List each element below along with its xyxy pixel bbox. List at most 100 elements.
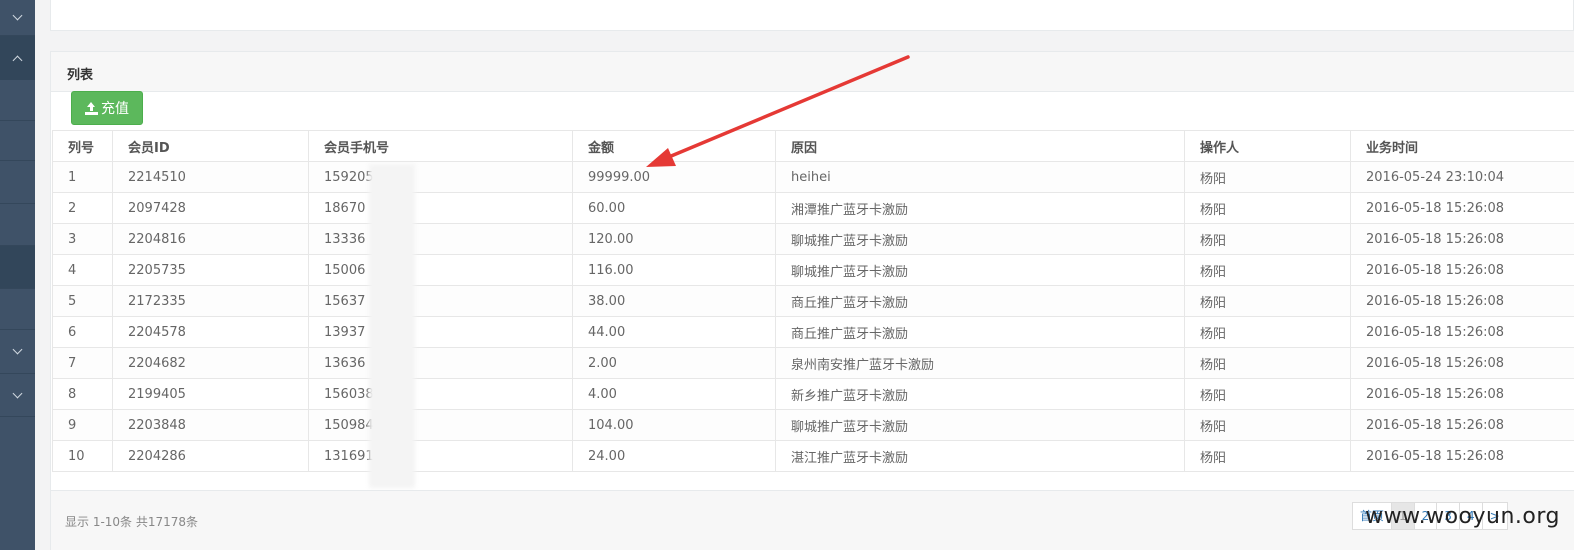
cell-member-id: 2204682 [112, 347, 309, 379]
cell-reason: 商丘推广蓝牙卡激励 [775, 285, 1185, 317]
table-row: 7 2204682 13636 2.00 泉州南安推广蓝牙卡激励 杨阳 2016-05-18… [52, 347, 1574, 379]
panel-title: 列表 [51, 52, 1574, 92]
cell-business-time: 2016-05-18 15:26:08 [1350, 409, 1574, 441]
phone-redaction-blur [369, 164, 415, 488]
cell-member-phone: 159205 [308, 161, 573, 193]
cell-business-time: 2016-05-18 15:26:08 [1350, 192, 1574, 224]
sidebar-subitem-1[interactable] [0, 80, 35, 120]
cell-business-time: 2016-05-24 23:10:04 [1350, 161, 1574, 193]
cell-index: 1 [52, 161, 113, 193]
cell-member-phone: 150984 [308, 409, 573, 441]
sidebar-expand-toggle[interactable] [0, 36, 35, 80]
cell-reason: 泉州南安推广蓝牙卡激励 [775, 347, 1185, 379]
upload-icon [85, 101, 98, 115]
cell-reason: 湘潭推广蓝牙卡激励 [775, 192, 1185, 224]
table-row: 8 2199405 156038 4.00 新乡推广蓝牙卡激励 杨阳 2016-05-18 … [52, 378, 1574, 410]
cell-amount: 38.00 [572, 285, 776, 317]
table-row: 4 2205735 15006 116.00 聊城推广蓝牙卡激励 杨阳 2016-05-18… [52, 254, 1574, 286]
cell-member-id: 2203848 [112, 409, 309, 441]
cell-member-phone: 1316912 [308, 440, 573, 472]
watermark-text: www.wooyun.org [1365, 504, 1560, 529]
sidebar-subitem-3[interactable] [0, 161, 35, 203]
sidebar-subitem-4[interactable] [0, 246, 35, 288]
table-row: 1 2214510 159205 99999.00 heihei 杨阳 2016-05-24… [52, 161, 1574, 193]
cell-member-id: 2205735 [112, 254, 309, 286]
cell-amount: 116.00 [572, 254, 776, 286]
cell-index: 8 [52, 378, 113, 410]
cell-operator: 杨阳 [1184, 161, 1351, 193]
cell-reason: heihei [775, 161, 1185, 193]
table-row: 5 2172335 15637 38.00 商丘推广蓝牙卡激励 杨阳 2016-05-18 … [52, 285, 1574, 317]
table-row: 6 2204578 13937 44.00 商丘推广蓝牙卡激励 杨阳 2016-05-18 … [52, 316, 1574, 348]
chevron-down-icon [12, 388, 23, 398]
cell-operator: 杨阳 [1184, 409, 1351, 441]
cell-operator: 杨阳 [1184, 254, 1351, 286]
header-reason[interactable]: 原因 [775, 130, 1185, 162]
chevron-down-icon [12, 344, 23, 355]
cell-index: 4 [52, 254, 113, 286]
cell-member-id: 2204286 [112, 440, 309, 472]
table-row: 3 2204816 13336 120.00 聊城推广蓝牙卡激励 杨阳 2016-05-18… [52, 223, 1574, 255]
cell-member-phone: 13336 [308, 223, 573, 255]
cell-amount: 44.00 [572, 316, 776, 348]
cell-reason: 聊城推广蓝牙卡激励 [775, 223, 1185, 255]
recharge-table: 列号 会员ID 会员手机号 金额 原因 操作人 业务时间 1 2214510 159… [52, 130, 1574, 472]
cell-member-phone: 15006 [308, 254, 573, 286]
sidebar-collapse-toggle-3[interactable] [0, 374, 35, 416]
cell-amount: 120.00 [572, 223, 776, 255]
cell-member-id: 2204816 [112, 223, 309, 255]
header-operator[interactable]: 操作人 [1184, 130, 1351, 162]
cell-index: 5 [52, 285, 113, 317]
sidebar-collapse-toggle-2[interactable] [0, 330, 35, 373]
cell-reason: 商丘推广蓝牙卡激励 [775, 316, 1185, 348]
cell-member-id: 2199405 [112, 378, 309, 410]
list-panel: 列表 充值 列号 会员ID 会员手机号 金额 原因 操作人 业务时间 1 221… [50, 51, 1574, 550]
cell-business-time: 2016-05-18 15:26:08 [1350, 223, 1574, 255]
cell-reason: 新乡推广蓝牙卡激励 [775, 378, 1185, 410]
sidebar-subitem-5[interactable] [0, 289, 35, 329]
cell-member-phone: 156038 [308, 378, 573, 410]
cell-reason: 聊城推广蓝牙卡激励 [775, 409, 1185, 441]
table-row: 10 2204286 1316912 24.00 湛江推广蓝牙卡激励 杨阳 2016-05-… [52, 440, 1574, 472]
sidebar-collapse-toggle-1[interactable] [0, 0, 35, 35]
cell-operator: 杨阳 [1184, 192, 1351, 224]
header-member-phone[interactable]: 会员手机号 [308, 130, 573, 162]
cell-index: 2 [52, 192, 113, 224]
cell-business-time: 2016-05-18 15:26:08 [1350, 378, 1574, 410]
header-member-id[interactable]: 会员ID [112, 130, 309, 162]
cell-business-time: 2016-05-18 15:26:08 [1350, 347, 1574, 379]
cell-amount: 104.00 [572, 409, 776, 441]
cell-index: 9 [52, 409, 113, 441]
chevron-up-icon [12, 55, 23, 65]
cell-member-phone: 13937 [308, 316, 573, 348]
cell-amount: 24.00 [572, 440, 776, 472]
header-index[interactable]: 列号 [52, 130, 113, 162]
top-panel [50, 0, 1574, 31]
cell-amount: 4.00 [572, 378, 776, 410]
cell-amount: 99999.00 [572, 161, 776, 193]
cell-member-phone: 15637 [308, 285, 573, 317]
recharge-button[interactable]: 充值 [71, 91, 143, 125]
cell-amount: 2.00 [572, 347, 776, 379]
chevron-down-icon [12, 10, 23, 21]
cell-reason: 湛江推广蓝牙卡激励 [775, 440, 1185, 472]
cell-member-id: 2204578 [112, 316, 309, 348]
cell-member-phone: 18670 [308, 192, 573, 224]
sidebar-subitem-2[interactable] [0, 121, 35, 160]
cell-reason: 聊城推广蓝牙卡激励 [775, 254, 1185, 286]
header-business-time[interactable]: 业务时间 [1350, 130, 1574, 162]
cell-business-time: 2016-05-18 15:26:08 [1350, 285, 1574, 317]
cell-operator: 杨阳 [1184, 316, 1351, 348]
cell-business-time: 2016-05-18 15:26:08 [1350, 316, 1574, 348]
cell-amount: 60.00 [572, 192, 776, 224]
header-amount[interactable]: 金额 [572, 130, 776, 162]
table-row: 9 2203848 150984 104.00 聊城推广蓝牙卡激励 杨阳 2016-05-1… [52, 409, 1574, 441]
cell-operator: 杨阳 [1184, 223, 1351, 255]
cell-operator: 杨阳 [1184, 347, 1351, 379]
cell-operator: 杨阳 [1184, 440, 1351, 472]
cell-index: 7 [52, 347, 113, 379]
sidebar [0, 0, 35, 550]
table-header-row: 列号 会员ID 会员手机号 金额 原因 操作人 业务时间 [52, 130, 1574, 162]
table-row: 2 2097428 18670 60.00 湘潭推广蓝牙卡激励 杨阳 2016-05-18 … [52, 192, 1574, 224]
cell-operator: 杨阳 [1184, 285, 1351, 317]
